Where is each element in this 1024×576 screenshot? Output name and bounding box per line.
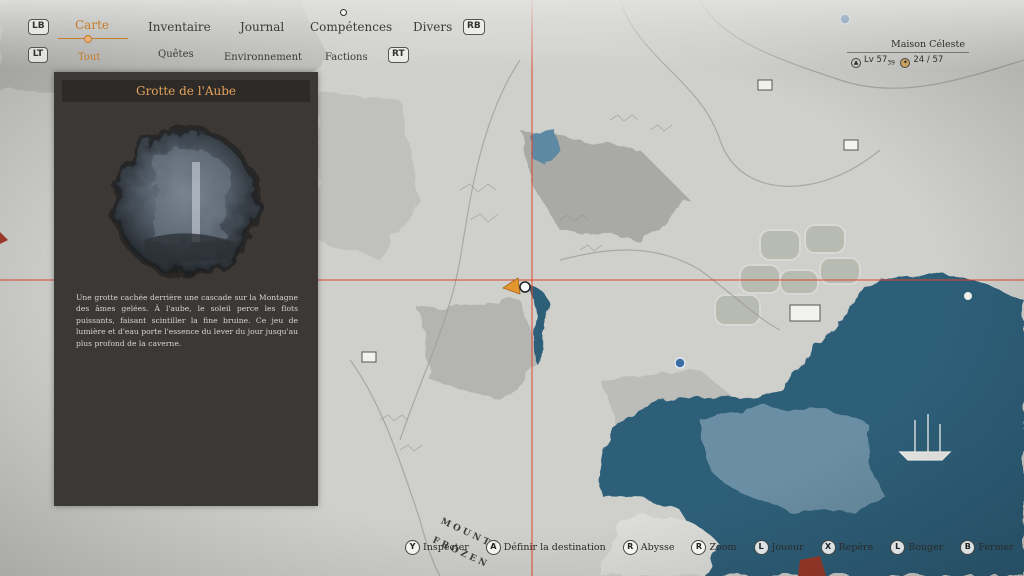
hint-close[interactable]: B Fermer (960, 540, 1014, 555)
location-detail-panel: Grotte de l'Aube Une grotte cachée derri… (54, 72, 318, 506)
y-button-icon: Y (405, 540, 420, 555)
hint-marker[interactable]: X Repère (820, 540, 873, 555)
level-value: 57 (876, 55, 888, 65)
hint-set-destination[interactable]: A Définir la destination (485, 540, 606, 555)
divider (847, 52, 969, 53)
active-tab-underline (58, 38, 128, 39)
location-description: Une grotte cachée derrière une cascade s… (76, 293, 298, 348)
left-bumper-key[interactable]: LB (28, 19, 49, 35)
x-button-icon: X (820, 540, 836, 555)
a-button-icon: A (485, 540, 501, 555)
tab-inventory[interactable]: Inventaire (148, 20, 211, 34)
level-label: Lv (864, 55, 874, 65)
subtab-environment[interactable]: Environnement (224, 52, 302, 63)
right-stick-icon: R (691, 540, 707, 555)
subtab-quests[interactable]: Quêtes (158, 49, 194, 60)
collect-current: 24 (913, 55, 925, 65)
right-stick-icon: R (622, 540, 638, 555)
player-info: Maison Céleste ▲ Lv 5739 ✦ 24 / 57 (845, 37, 971, 69)
player-stats: ▲ Lv 5739 ✦ 24 / 57 (851, 55, 943, 68)
tab-map[interactable]: Carte (75, 18, 109, 32)
collectible-icon: ✦ (900, 58, 911, 68)
hint-move[interactable]: L Bouger (890, 540, 943, 555)
tab-journal[interactable]: Journal (240, 20, 284, 34)
collect-total: 57 (932, 55, 944, 65)
hint-abyss[interactable]: R Abysse (622, 540, 674, 555)
b-button-icon: B (960, 540, 976, 555)
notification-icon (340, 9, 347, 16)
current-location-name: Maison Céleste (890, 39, 965, 50)
collect-separator: / (926, 55, 930, 65)
right-trigger-key[interactable]: RT (388, 47, 409, 63)
hint-player[interactable]: L Joueur (753, 540, 804, 555)
subtab-factions[interactable]: Factions (325, 52, 368, 63)
left-trigger-key[interactable]: LT (28, 47, 48, 63)
location-illustration (111, 127, 261, 277)
level-icon: ▲ (851, 58, 861, 68)
active-tab-dot (84, 35, 92, 43)
controls-bar: Y Inspecter A Définir la destination R Abys… (405, 540, 1024, 560)
hint-zoom[interactable]: R Zoom (691, 540, 737, 555)
hint-inspect[interactable]: Y Inspecter (405, 540, 469, 555)
tab-skills[interactable]: Compétences (310, 20, 392, 34)
right-bumper-key[interactable]: RB (463, 19, 485, 35)
level-sub: 39 (887, 59, 895, 67)
subtab-all[interactable]: Tout (78, 52, 100, 63)
left-stick-icon: L (753, 540, 769, 555)
left-stick-icon: L (890, 540, 906, 555)
tab-misc[interactable]: Divers (413, 20, 452, 34)
location-title: Grotte de l'Aube (62, 80, 310, 102)
